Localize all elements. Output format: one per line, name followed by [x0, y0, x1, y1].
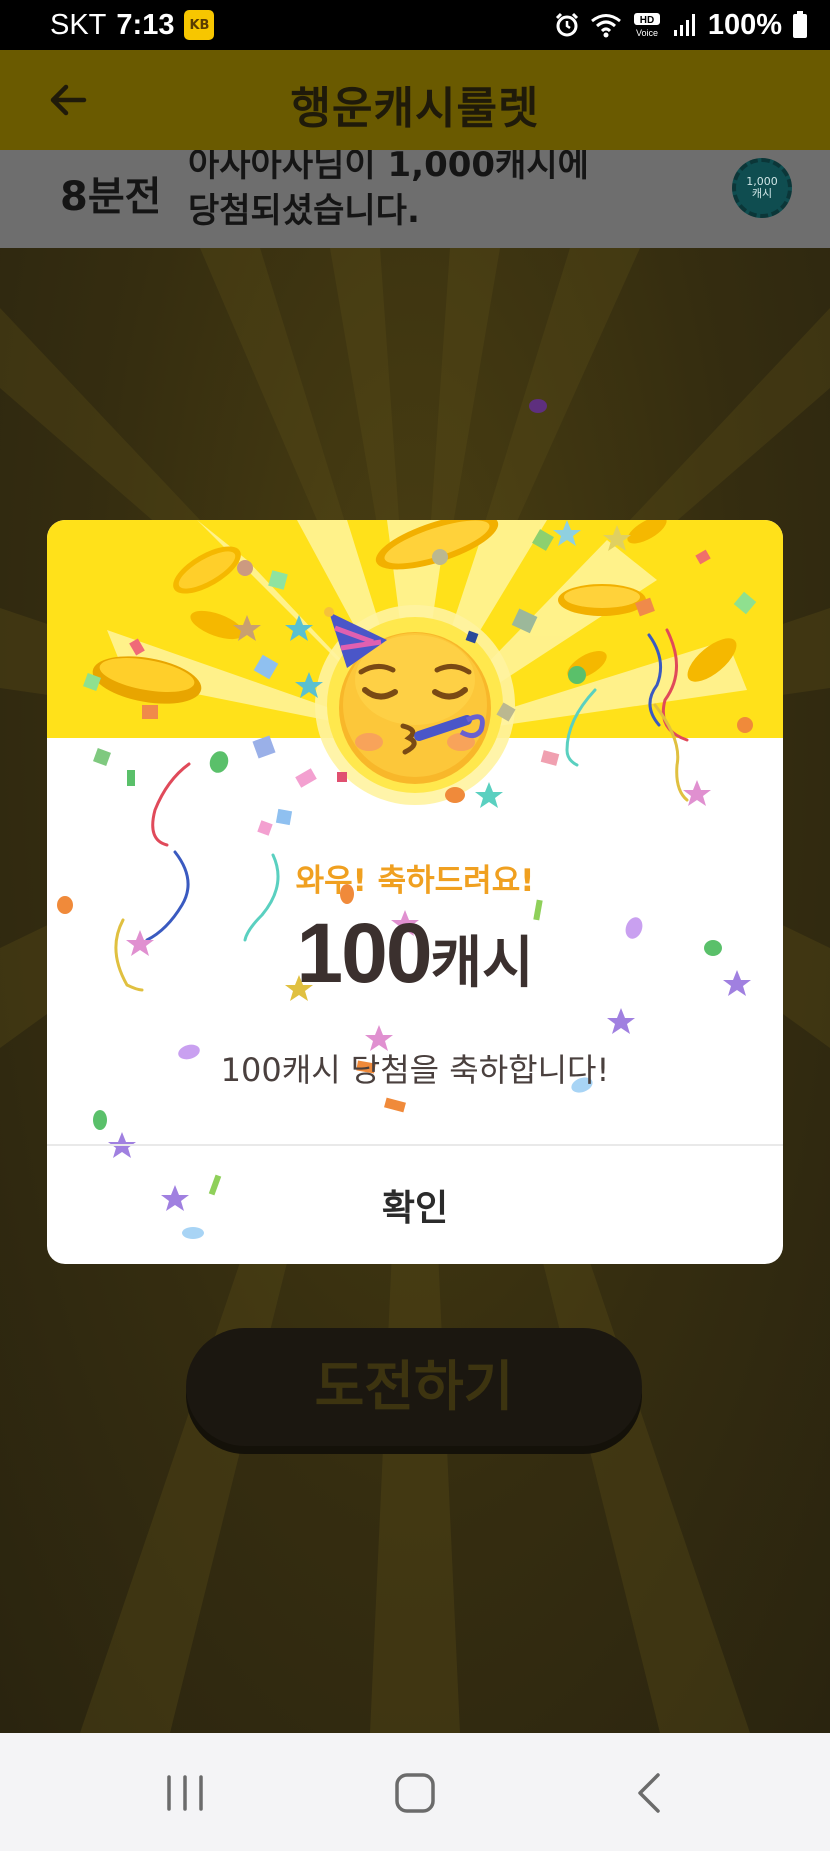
challenge-button-label: 도전하기	[314, 1355, 514, 1418]
result-dialog: 와우! 축하드려요! 100캐시 100캐시 당첨을 축하합니다! 확인	[47, 520, 783, 1264]
prize-amount: 100캐시	[47, 905, 783, 1002]
svg-text:Voice: Voice	[636, 28, 658, 38]
signal-icon	[673, 14, 695, 36]
hd-voice-icon: HD Voice	[633, 13, 660, 38]
app-header: 행운캐시룰렛	[0, 50, 830, 150]
battery-percent: 100%	[707, 8, 782, 41]
ticker-line-1: 아사아사님이 1,000캐시에	[188, 150, 589, 185]
recent-apps-icon[interactable]	[155, 1763, 215, 1823]
svg-text:HD: HD	[640, 15, 654, 26]
prize-amount-unit: 캐시	[430, 931, 534, 996]
back-icon[interactable]	[620, 1763, 680, 1823]
prize-amount-number: 100	[296, 906, 432, 1000]
coin-unit: 캐시	[751, 187, 773, 200]
clock: 7:13	[116, 8, 175, 41]
alarm-icon	[555, 12, 578, 37]
kb-badge-text: KB	[189, 17, 210, 33]
wifi-icon	[590, 14, 621, 38]
confirm-button[interactable]: 확인	[47, 1146, 783, 1264]
confetti-dot	[529, 399, 547, 413]
carrier-label: SKT	[50, 8, 107, 41]
dialog-subtitle: 와우! 축하드려요!	[295, 863, 535, 899]
winner-ticker: 8분전 아사아사님이 1,000캐시에 당첨되셨습니다. 1,000 캐시	[0, 150, 830, 248]
dialog-description: 100캐시 당첨을 축하합니다!	[220, 1051, 610, 1089]
cash-coin-icon: 1,000 캐시	[732, 158, 792, 218]
system-nav-bar	[0, 1733, 830, 1851]
battery-icon	[793, 11, 807, 38]
home-icon[interactable]	[385, 1763, 445, 1823]
challenge-button[interactable]: 도전하기	[186, 1328, 642, 1446]
ticker-message: 아사아사님이 1,000캐시에 당첨되셨습니다.	[188, 150, 589, 234]
confirm-button-label: 확인	[381, 1188, 449, 1229]
kb-app-icon: KB	[184, 10, 215, 40]
page-title: 행운캐시룰렛	[290, 83, 540, 134]
ticker-line-2: 당첨되셨습니다.	[188, 191, 420, 231]
status-bar: SKT 7:13 KB HD Voice 100%	[0, 0, 830, 50]
ticker-time: 8분전	[60, 174, 162, 220]
